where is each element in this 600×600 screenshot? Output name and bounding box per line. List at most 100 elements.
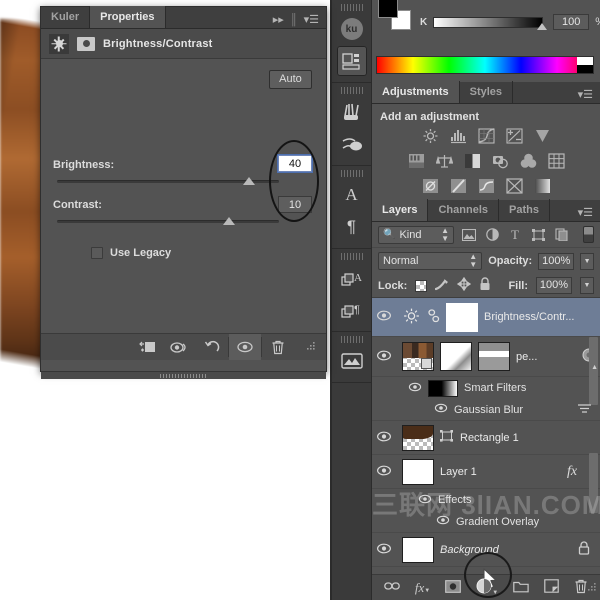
timeline-button[interactable] <box>337 346 367 376</box>
tab-styles[interactable]: Styles <box>460 81 513 103</box>
gaussian-blur-label[interactable]: Gaussian Blur <box>454 404 523 416</box>
adjustments-panel[interactable]: Adjustments Styles ▾☰ Add an adjustment <box>372 82 600 200</box>
paragraph-panel-button[interactable]: ¶ <box>337 212 367 242</box>
invert-adjustment-icon[interactable] <box>422 178 439 197</box>
tab-layers[interactable]: Layers <box>372 199 428 221</box>
layer-thumbnail[interactable] <box>402 537 434 563</box>
panel-resize-grip[interactable] <box>41 371 326 379</box>
blend-mode-row[interactable]: Normal ▲▼ Opacity: 100% ▼ <box>372 248 600 274</box>
gradient-overlay-label[interactable]: Gradient Overlay <box>456 516 539 528</box>
color-balance-adjustment-icon[interactable] <box>436 153 453 172</box>
new-group-button[interactable] <box>513 580 529 596</box>
new-layer-button[interactable] <box>544 579 559 596</box>
posterize-adjustment-icon[interactable] <box>450 178 467 197</box>
double-chevron-right-icon[interactable]: ▸▸ <box>273 13 284 26</box>
lock-position-icon[interactable] <box>457 277 471 294</box>
auto-button[interactable]: Auto <box>269 70 312 89</box>
layer-row-rectangle-1[interactable]: Rectangle 1 <box>372 421 600 455</box>
hue-saturation-adjustment-icon[interactable] <box>408 153 425 172</box>
brushes-button[interactable] <box>337 97 367 127</box>
resize-grip-icon[interactable] <box>585 582 597 597</box>
dock-grip-icon[interactable] <box>341 86 363 95</box>
layer-row-pe[interactable]: pe... ▲ <box>372 337 600 377</box>
blend-mode-select[interactable]: Normal ▲▼ <box>378 252 482 270</box>
channel-value-input[interactable]: 100 <box>553 14 589 30</box>
properties-footer-toolbar[interactable] <box>41 333 326 360</box>
layer-effects-fx-icon[interactable]: fx <box>567 464 577 480</box>
channel-ramp[interactable] <box>433 17 543 28</box>
panel-menu-icon[interactable]: ▾☰ <box>578 88 593 101</box>
curves-adjustment-icon[interactable] <box>478 128 495 147</box>
layer-filter-bar[interactable]: 🔍 Kind ▲▼ T <box>372 222 600 248</box>
color-swatches[interactable] <box>378 0 412 28</box>
properties-panel[interactable]: Kuler Properties ▸▸ ║ ▾☰ Brightness/Cont… <box>40 6 327 372</box>
layer-thumbnail[interactable] <box>402 342 434 371</box>
vector-mask-thumbnail[interactable] <box>478 342 510 371</box>
lock-image-icon[interactable] <box>435 278 449 294</box>
tab-adjustments[interactable]: Adjustments <box>372 81 460 103</box>
layers-scrollbar-thumb[interactable] <box>589 337 598 405</box>
dock-grip-icon[interactable] <box>341 252 363 261</box>
layer-visibility-toggle[interactable] <box>372 465 396 479</box>
vibrance-adjustment-icon[interactable] <box>534 128 551 147</box>
type-layers-filter-icon[interactable]: T <box>507 227 523 243</box>
layer-mask-thumbnail[interactable] <box>440 342 472 371</box>
layer-list[interactable]: Brightness/Contr... pe... ▲ <box>372 298 600 567</box>
opacity-input[interactable]: 100% <box>538 253 574 270</box>
clone-source-button[interactable] <box>337 129 367 159</box>
lock-row[interactable]: Lock: Fill: 100% ▼ <box>372 274 600 298</box>
adjustments-tabbar[interactable]: Adjustments Styles ▾☰ <box>372 82 600 104</box>
layers-tabbar[interactable]: Layers Channels Paths ▾☰ <box>372 200 600 222</box>
shape-layers-filter-icon[interactable] <box>530 227 546 243</box>
exposure-adjustment-icon[interactable] <box>506 128 523 147</box>
smart-object-filter-icon[interactable] <box>553 227 569 243</box>
filter-kind-select[interactable]: 🔍 Kind ▲▼ <box>378 226 454 244</box>
layer-name[interactable]: Brightness/Contr... <box>484 311 575 323</box>
photo-filter-adjustment-icon[interactable] <box>492 153 509 172</box>
gradient-overlay-row[interactable]: Gradient Overlay <box>372 511 600 533</box>
layer-name[interactable]: Layer 1 <box>440 466 561 478</box>
smart-filter-mask-thumbnail[interactable] <box>428 380 458 397</box>
panel-menu-icon[interactable]: ▾☰ <box>578 206 593 219</box>
layer-visibility-toggle[interactable] <box>372 310 396 324</box>
layer-thumbnail[interactable] <box>402 459 434 485</box>
use-legacy-row[interactable]: Use Legacy <box>91 247 171 259</box>
levels-adjustment-icon[interactable] <box>450 128 467 147</box>
tab-channels[interactable]: Channels <box>428 199 499 221</box>
lock-transparency-icon[interactable] <box>415 280 427 292</box>
layer-style-button[interactable]: fx▼ <box>415 580 430 596</box>
layer-mask-thumbnail[interactable] <box>446 303 478 332</box>
clip-to-layer-button[interactable] <box>132 334 164 360</box>
smart-filters-visibility-toggle[interactable] <box>408 382 422 395</box>
layer-visibility-toggle[interactable] <box>372 350 396 364</box>
toggle-visibility-button[interactable] <box>229 334 261 360</box>
effects-label[interactable]: Effects <box>438 494 471 506</box>
view-previous-state-button[interactable] <box>164 334 196 360</box>
clip-to-layer-icon[interactable] <box>77 37 95 51</box>
link-layers-button[interactable] <box>384 581 400 595</box>
tab-properties[interactable]: Properties <box>90 6 165 28</box>
brightness-slider-thumb[interactable] <box>243 177 255 185</box>
pixel-layers-filter-icon[interactable] <box>461 227 477 243</box>
scroll-up-arrow-icon[interactable]: ▲ <box>591 364 598 371</box>
resize-grip-icon[interactable] <box>294 334 326 360</box>
filter-options-icon[interactable] <box>577 403 592 417</box>
channel-mixer-adjustment-icon[interactable] <box>520 153 537 172</box>
adjustment-layers-filter-icon[interactable] <box>484 227 500 243</box>
layer-name[interactable]: Rectangle 1 <box>460 432 519 444</box>
layer-visibility-toggle[interactable] <box>372 431 396 445</box>
paragraph-styles-button[interactable]: ¶ <box>337 295 367 325</box>
effects-row[interactable]: Effects <box>372 489 600 511</box>
layers-footer-toolbar[interactable]: fx▼ ▼ <box>372 574 600 600</box>
layer-name[interactable]: Background <box>440 544 572 556</box>
mini-bridge-button[interactable] <box>337 46 367 76</box>
use-legacy-checkbox[interactable] <box>91 247 103 259</box>
layer-name[interactable]: pe... <box>516 351 576 363</box>
threshold-adjustment-icon[interactable] <box>478 178 495 197</box>
layer-visibility-toggle[interactable] <box>372 543 396 557</box>
kuler-button[interactable]: ku <box>337 14 367 44</box>
new-adjustment-layer-button[interactable]: ▼ <box>476 578 498 597</box>
adjustment-layer-thumbnail[interactable] <box>402 307 422 328</box>
dock-grip-icon[interactable] <box>341 169 363 178</box>
filter-toggle-switch[interactable] <box>583 226 594 243</box>
